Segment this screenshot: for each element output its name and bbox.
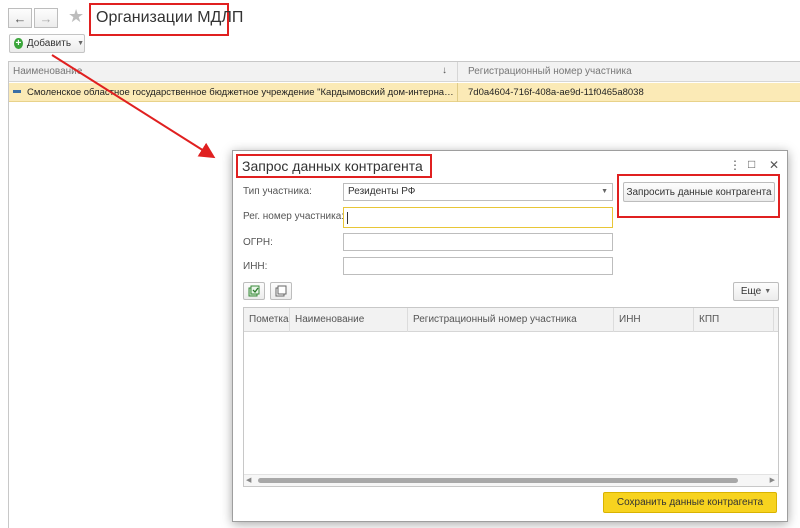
save-contractor-data-button[interactable]: Сохранить данные контрагента — [603, 492, 777, 513]
reg-number-input[interactable] — [343, 207, 613, 228]
participant-type-label: Тип участника: — [243, 186, 312, 197]
grid-column-kpp[interactable]: КПП — [694, 308, 774, 332]
ogrn-label: ОГРН: — [243, 237, 273, 248]
select-all-button[interactable] — [243, 282, 265, 300]
select-all-icon — [248, 285, 260, 297]
scrollbar-thumb[interactable] — [258, 478, 738, 483]
chevron-down-icon: ▼ — [601, 188, 608, 195]
contractors-grid: Пометка Наименование Регистрационный ном… — [243, 307, 779, 487]
chevron-down-icon: ▼ — [764, 288, 772, 295]
copy-button[interactable] — [270, 282, 292, 300]
request-button-label: Запросить данные контрагента — [626, 186, 772, 198]
participant-type-select[interactable]: Резиденты РФ ▼ — [343, 183, 613, 201]
text-cursor — [347, 212, 348, 224]
save-button-label: Сохранить данные контрагента — [616, 497, 764, 508]
inn-label: ИНН: — [243, 261, 268, 272]
scroll-left-icon[interactable]: ◀ — [246, 476, 251, 484]
request-contractor-dialog: Запрос данных контрагента ⋮ □ ✕ Тип учас… — [232, 150, 788, 522]
more-actions-icon[interactable]: ⋮ — [729, 158, 741, 172]
grid-header: Пометка Наименование Регистрационный ном… — [244, 308, 778, 332]
grid-column-inn[interactable]: ИНН — [614, 308, 694, 332]
dialog-title: Запрос данных контрагента — [242, 158, 423, 174]
horizontal-scrollbar[interactable]: ◀ ▶ — [244, 474, 778, 486]
ogrn-input[interactable] — [343, 233, 613, 251]
more-button-label: Еще — [740, 286, 762, 297]
request-contractor-data-button[interactable]: Запросить данные контрагента — [623, 182, 775, 202]
grid-column-mark[interactable]: Пометка — [244, 308, 290, 332]
scroll-right-icon[interactable]: ▶ — [770, 476, 775, 484]
grid-column-reg-number[interactable]: Регистрационный номер участника — [408, 308, 614, 332]
maximize-icon[interactable]: □ — [748, 157, 755, 171]
participant-type-value: Резиденты РФ — [348, 186, 416, 197]
inn-input[interactable] — [343, 257, 613, 275]
grid-column-name[interactable]: Наименование — [290, 308, 408, 332]
reg-number-label: Рег. номер участника: — [243, 211, 345, 222]
more-button[interactable]: Еще ▼ — [733, 282, 779, 301]
copy-icon — [275, 285, 287, 297]
grid-column-next[interactable]: С — [774, 308, 778, 332]
close-icon[interactable]: ✕ — [769, 158, 779, 172]
